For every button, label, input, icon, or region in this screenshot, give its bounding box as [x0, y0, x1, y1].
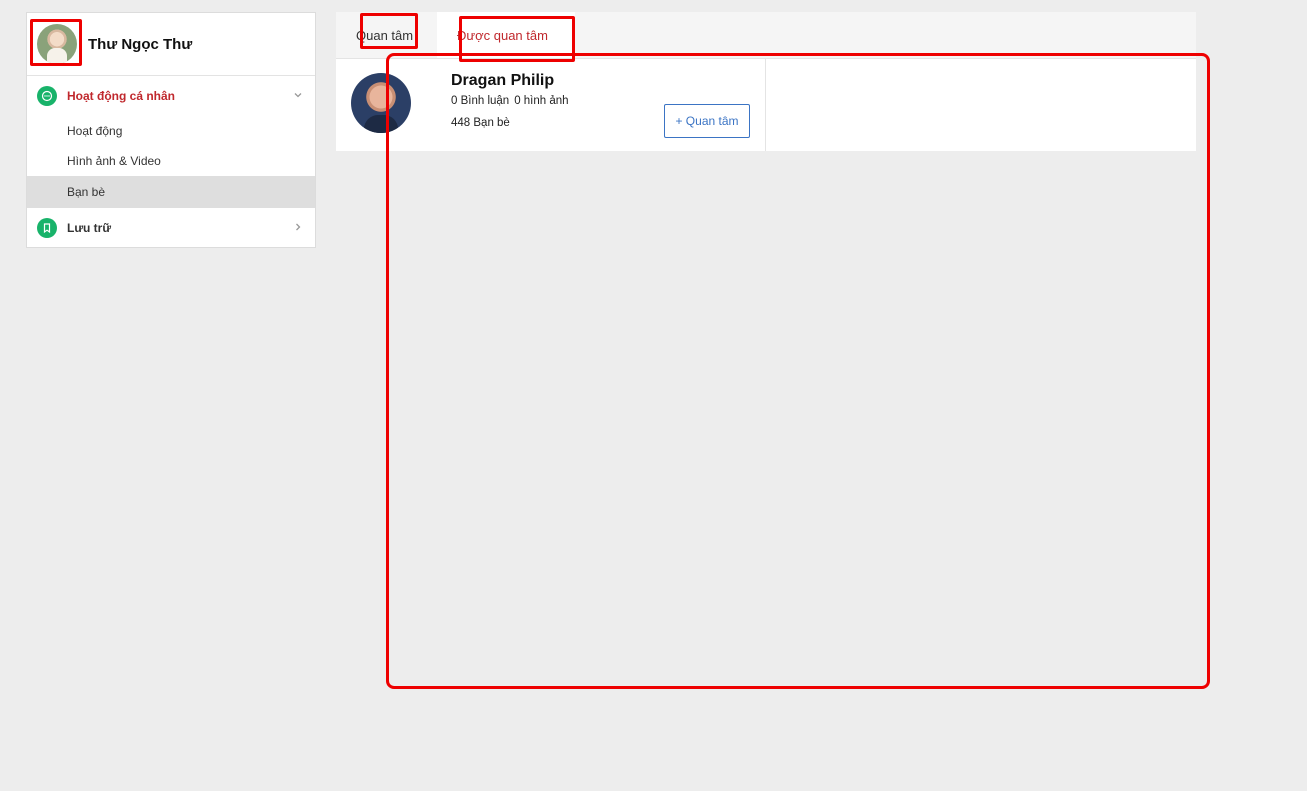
user-card: Dragan Philip 0 Bình luận 0 hình ảnh 448 …	[336, 59, 766, 151]
sidebar-item-activity[interactable]: Hoạt động	[27, 116, 315, 146]
content-panel: Dragan Philip 0 Bình luận 0 hình ảnh 448 …	[336, 58, 1196, 151]
follow-button[interactable]: + Quan tâm	[664, 104, 750, 138]
menu-group-label: Hoạt động cá nhân	[67, 89, 175, 103]
menu-group-label: Lưu trữ	[67, 221, 112, 235]
chevron-down-icon[interactable]	[293, 90, 303, 100]
bookmark-icon	[37, 218, 57, 238]
tab-following[interactable]: Quan tâm	[336, 12, 437, 58]
user-avatar[interactable]	[37, 24, 77, 64]
tab-followers[interactable]: Được quan tâm	[437, 12, 575, 58]
user-avatar[interactable]	[351, 73, 411, 133]
tab-bar: Quan tâm Được quan tâm	[336, 12, 1196, 58]
friend-count: 448 Bạn bè	[451, 117, 510, 129]
user-name[interactable]: Dragan Philip	[451, 72, 554, 90]
sidebar: Thư Ngọc Thư Hoạt động cá nhân Hoạt động…	[26, 12, 316, 248]
image-count: 0 hình ảnh	[514, 95, 569, 107]
profile-header[interactable]: Thư Ngọc Thư	[27, 13, 315, 76]
sidebar-item-friends[interactable]: Bạn bè	[27, 176, 315, 208]
menu-group-storage[interactable]: Lưu trữ	[27, 208, 315, 248]
chat-bubble-icon	[37, 86, 57, 106]
user-stats: 0 Bình luận 0 hình ảnh	[451, 95, 569, 107]
chevron-right-icon[interactable]	[293, 222, 303, 232]
comment-count: 0 Bình luận	[451, 95, 510, 107]
profile-name[interactable]: Thư Ngọc Thư	[88, 36, 192, 53]
sidebar-item-photos-videos[interactable]: Hình ảnh & Video	[27, 146, 315, 176]
menu-group-personal-activity[interactable]: Hoạt động cá nhân	[27, 76, 315, 116]
